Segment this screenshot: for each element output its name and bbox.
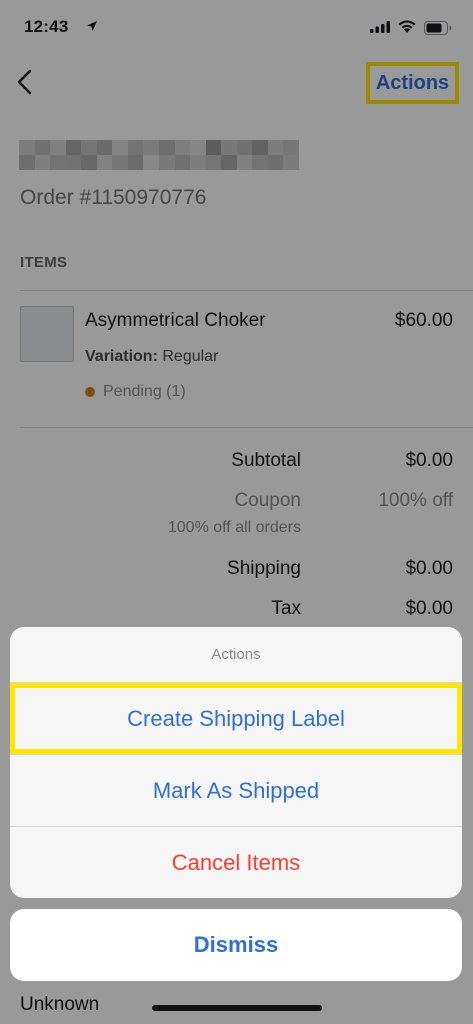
actions-sheet: Actions Create Shipping Label Mark As Sh… xyxy=(10,627,462,898)
mark-as-shipped-button[interactable]: Mark As Shipped xyxy=(10,755,462,827)
create-shipping-label-button[interactable]: Create Shipping Label xyxy=(10,683,462,755)
order-detail-screen: 12:43 Actions Order #1150970776 ITEMS As… xyxy=(0,0,473,1024)
cancel-items-button[interactable]: Cancel Items xyxy=(10,827,462,898)
home-indicator[interactable] xyxy=(152,1005,322,1011)
actions-sheet-title: Actions xyxy=(10,627,462,683)
dismiss-button[interactable]: Dismiss xyxy=(10,909,462,981)
